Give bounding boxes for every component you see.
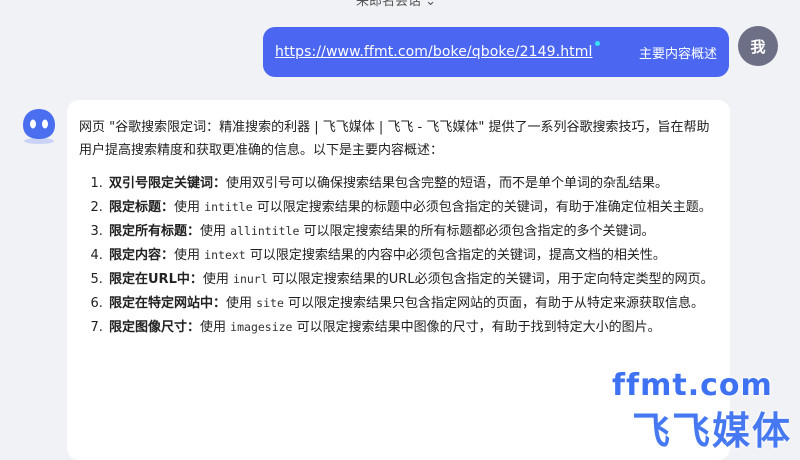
- list-item: 限定在URL中：使用 inurl 可以限定搜索结果的URL必须包含指定的关键词，…: [107, 268, 716, 291]
- list-item-keyword: site: [256, 296, 284, 310]
- list-item: 限定图像尺寸：使用 imagesize 可以限定搜索结果中图像的尺寸，有助于找到…: [107, 316, 716, 339]
- list-item-title: 限定标题: [109, 200, 162, 215]
- list-item-separator: ：: [213, 176, 227, 191]
- list-item-separator: ：: [161, 248, 175, 263]
- list-item-separator: ：: [161, 200, 175, 215]
- list-item-title: 限定在特定网站中: [109, 296, 214, 311]
- list-item-keyword: allintitle: [230, 224, 300, 238]
- list-item-text-rest: 可以限定搜索结果的URL必须包含指定的关键词，用于定向特定类型的网页。: [267, 272, 714, 287]
- list-item-keyword: intitle: [204, 200, 253, 214]
- list-item: 限定内容：使用 intext 可以限定搜索结果的内容中必须包含指定的关键词，提高…: [107, 244, 716, 267]
- bot-reply-list: 双引号限定关键词：使用双引号可以确保搜索结果包含完整的短语，而不是单个单词的杂乱…: [79, 172, 716, 339]
- user-message-bubble: https://www.ffmt.com/boke/qboke/2149.htm…: [263, 27, 729, 77]
- list-item-title: 限定在URL中: [109, 272, 190, 287]
- list-item-title: 限定图像尺寸: [109, 320, 188, 335]
- user-message-link[interactable]: https://www.ffmt.com/boke/qboke/2149.htm…: [275, 44, 593, 60]
- list-item-text: 使用: [174, 200, 205, 215]
- list-item-separator: ：: [189, 272, 203, 287]
- list-item-separator: ：: [187, 320, 201, 335]
- bot-reply-card: 网页 "谷歌搜索限定词：精准搜索的利器 | 飞飞媒体 | 飞飞 - 飞飞媒体" …: [67, 100, 730, 460]
- list-item-text-rest: 可以限定搜索结果的所有标题都必须包含指定的多个关键词。: [299, 224, 655, 239]
- list-item-text-rest: 可以限定搜索结果只包含指定网站的页面，有助于从特定来源获取信息。: [283, 296, 705, 311]
- bot-avatar-icon: [23, 109, 55, 144]
- list-item-title: 限定内容: [109, 248, 162, 263]
- list-item: 限定在特定网站中：使用 site 可以限定搜索结果只包含指定网站的页面，有助于从…: [107, 292, 716, 315]
- list-item-keyword: imagesize: [230, 320, 293, 334]
- user-avatar: 我: [738, 26, 778, 66]
- list-item: 限定所有标题：使用 allintitle 可以限定搜索结果的所有标题都必须包含指…: [107, 220, 716, 243]
- watermark-name: 飞飞媒体: [632, 409, 793, 453]
- list-item-text-rest: 可以限定搜索结果的标题中必须包含指定的关键词，有助于准确定位相关主题。: [252, 200, 712, 215]
- list-item-text: 使用: [174, 248, 205, 263]
- list-item-separator: ：: [213, 296, 227, 311]
- list-item-keyword: inurl: [233, 272, 268, 286]
- list-item: 双引号限定关键词：使用双引号可以确保搜索结果包含完整的短语，而不是单个单词的杂乱…: [107, 172, 716, 195]
- list-item-text: 使用双引号可以确保搜索结果包含完整的短语，而不是单个单词的杂乱结果。: [226, 176, 669, 191]
- list-item-text: 使用: [202, 272, 234, 287]
- user-message-text: 主要内容概述: [638, 46, 717, 62]
- list-item-text: 使用: [200, 320, 231, 335]
- list-item-separator: ：: [187, 224, 201, 239]
- list-item-text-rest: 可以限定搜索结果中图像的尺寸，有助于找到特定大小的图片。: [292, 320, 661, 335]
- list-item-title: 限定所有标题: [109, 224, 188, 239]
- watermark-url: ffmt.com: [612, 368, 773, 403]
- bot-reply-intro: 网页 "谷歌搜索限定词：精准搜索的利器 | 飞飞媒体 | 飞飞 - 飞飞媒体" …: [79, 120, 710, 158]
- list-item: 限定标题：使用 intitle 可以限定搜索结果的标题中必须包含指定的关键词，有…: [107, 196, 716, 219]
- list-item-keyword: intext: [204, 248, 246, 262]
- list-item-title: 双引号限定关键词: [109, 176, 214, 191]
- list-item-text-rest: 可以限定搜索结果的内容中必须包含指定的关键词，提高文档的相关性。: [245, 248, 666, 263]
- list-item-text: 使用: [200, 224, 231, 239]
- list-item-text: 使用: [226, 296, 257, 311]
- typing-dot-icon: [594, 40, 600, 46]
- conversation-title-hint[interactable]: 来郎名会话 ⌄: [356, 0, 436, 9]
